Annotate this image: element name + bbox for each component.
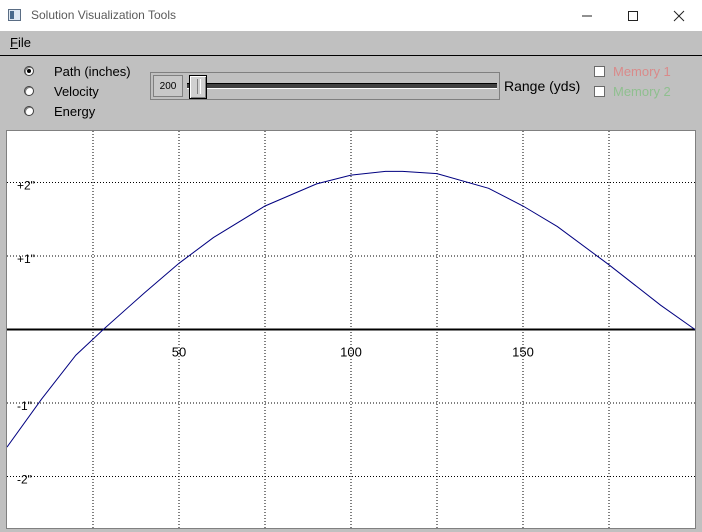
range-slider[interactable]: 200 <box>150 72 500 100</box>
radio-path-button[interactable] <box>24 66 34 76</box>
range-slider-thumb[interactable] <box>189 75 207 99</box>
menu-file-rest: ile <box>17 35 31 50</box>
trajectory-chart: 50 100 150 +2" +1" -1" -2" <box>7 131 696 528</box>
close-button[interactable] <box>656 0 702 31</box>
range-slider-value: 200 <box>153 75 183 97</box>
radio-path[interactable]: Path (inches) <box>24 62 131 80</box>
radio-velocity-button[interactable] <box>24 86 34 96</box>
radio-energy[interactable]: Energy <box>24 102 95 120</box>
y-tick-label: +2" <box>17 178 35 192</box>
minimize-icon <box>582 15 592 16</box>
y-tick-label: +1" <box>17 252 35 266</box>
x-tick-label: 100 <box>340 345 362 360</box>
y-tick-label: -2" <box>17 473 32 487</box>
menu-file[interactable]: File <box>10 35 31 50</box>
radio-energy-button[interactable] <box>24 106 34 116</box>
range-label: Range (yds) <box>504 78 581 94</box>
radio-energy-label: Energy <box>54 103 96 119</box>
maximize-button[interactable] <box>610 0 656 31</box>
memory-1[interactable]: Memory 1 <box>594 63 671 79</box>
memory-1-checkbox[interactable] <box>594 65 605 77</box>
close-icon <box>673 10 685 21</box>
title-bar: Solution Visualization Tools <box>0 0 702 32</box>
trajectory-plot: 50 100 150 +2" +1" -1" -2" <box>6 130 696 529</box>
minimize-button[interactable] <box>564 0 610 31</box>
radio-velocity[interactable]: Velocity <box>24 82 99 100</box>
menu-bar: File <box>0 31 702 56</box>
menu-file-mnemonic: F <box>10 35 18 50</box>
app-icon <box>8 9 21 21</box>
radio-path-label: Path (inches) <box>54 63 131 79</box>
x-tick-label: 150 <box>512 345 534 360</box>
y-tick-label: -1" <box>17 399 32 413</box>
memory-2-label: Memory 2 <box>613 83 671 99</box>
memory-2[interactable]: Memory 2 <box>594 83 671 99</box>
maximize-icon <box>628 10 638 21</box>
x-tick-label: 50 <box>172 345 186 360</box>
memory-1-label: Memory 1 <box>613 63 671 79</box>
memory-2-checkbox[interactable] <box>594 85 605 97</box>
window-title: Solution Visualization Tools <box>31 8 176 22</box>
range-slider-track[interactable] <box>187 83 497 89</box>
radio-velocity-label: Velocity <box>54 83 99 99</box>
